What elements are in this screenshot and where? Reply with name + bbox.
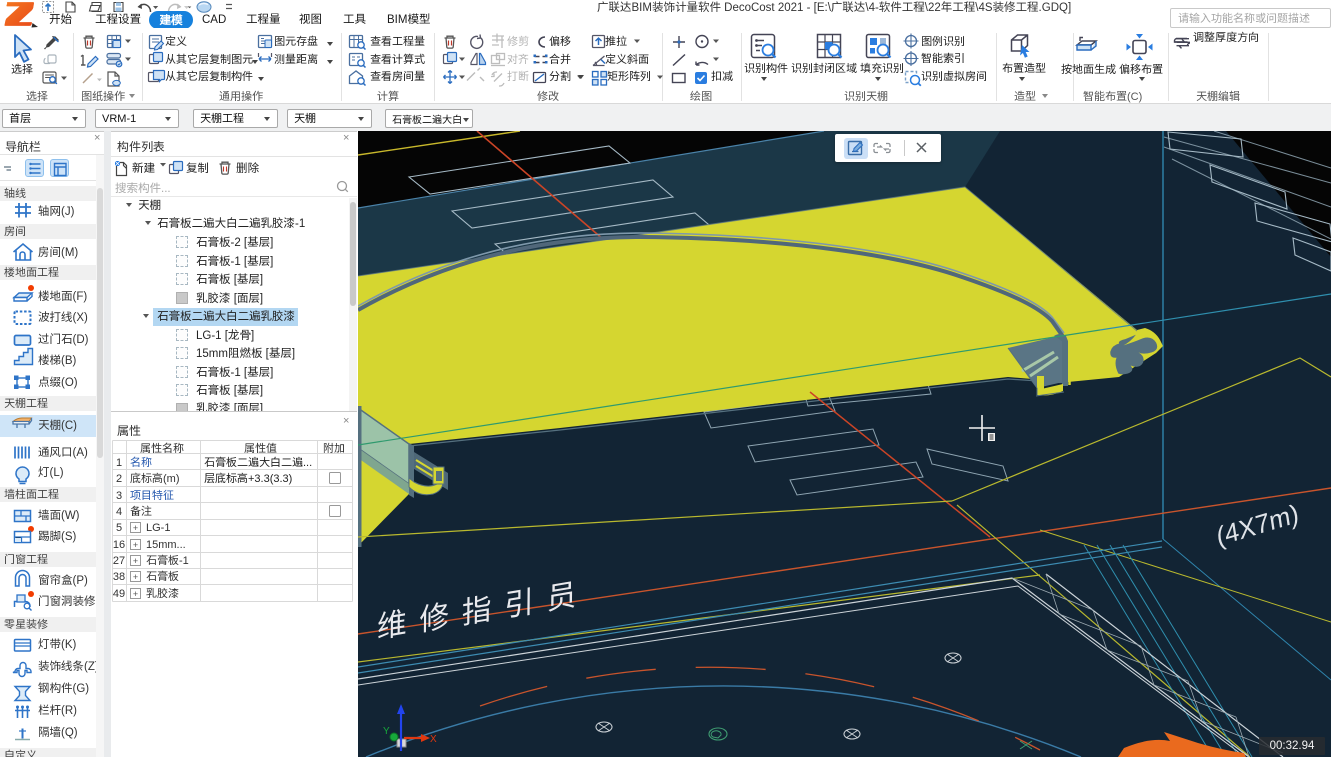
svg-text:X: X (430, 734, 437, 745)
svg-text:Y: Y (383, 726, 390, 737)
